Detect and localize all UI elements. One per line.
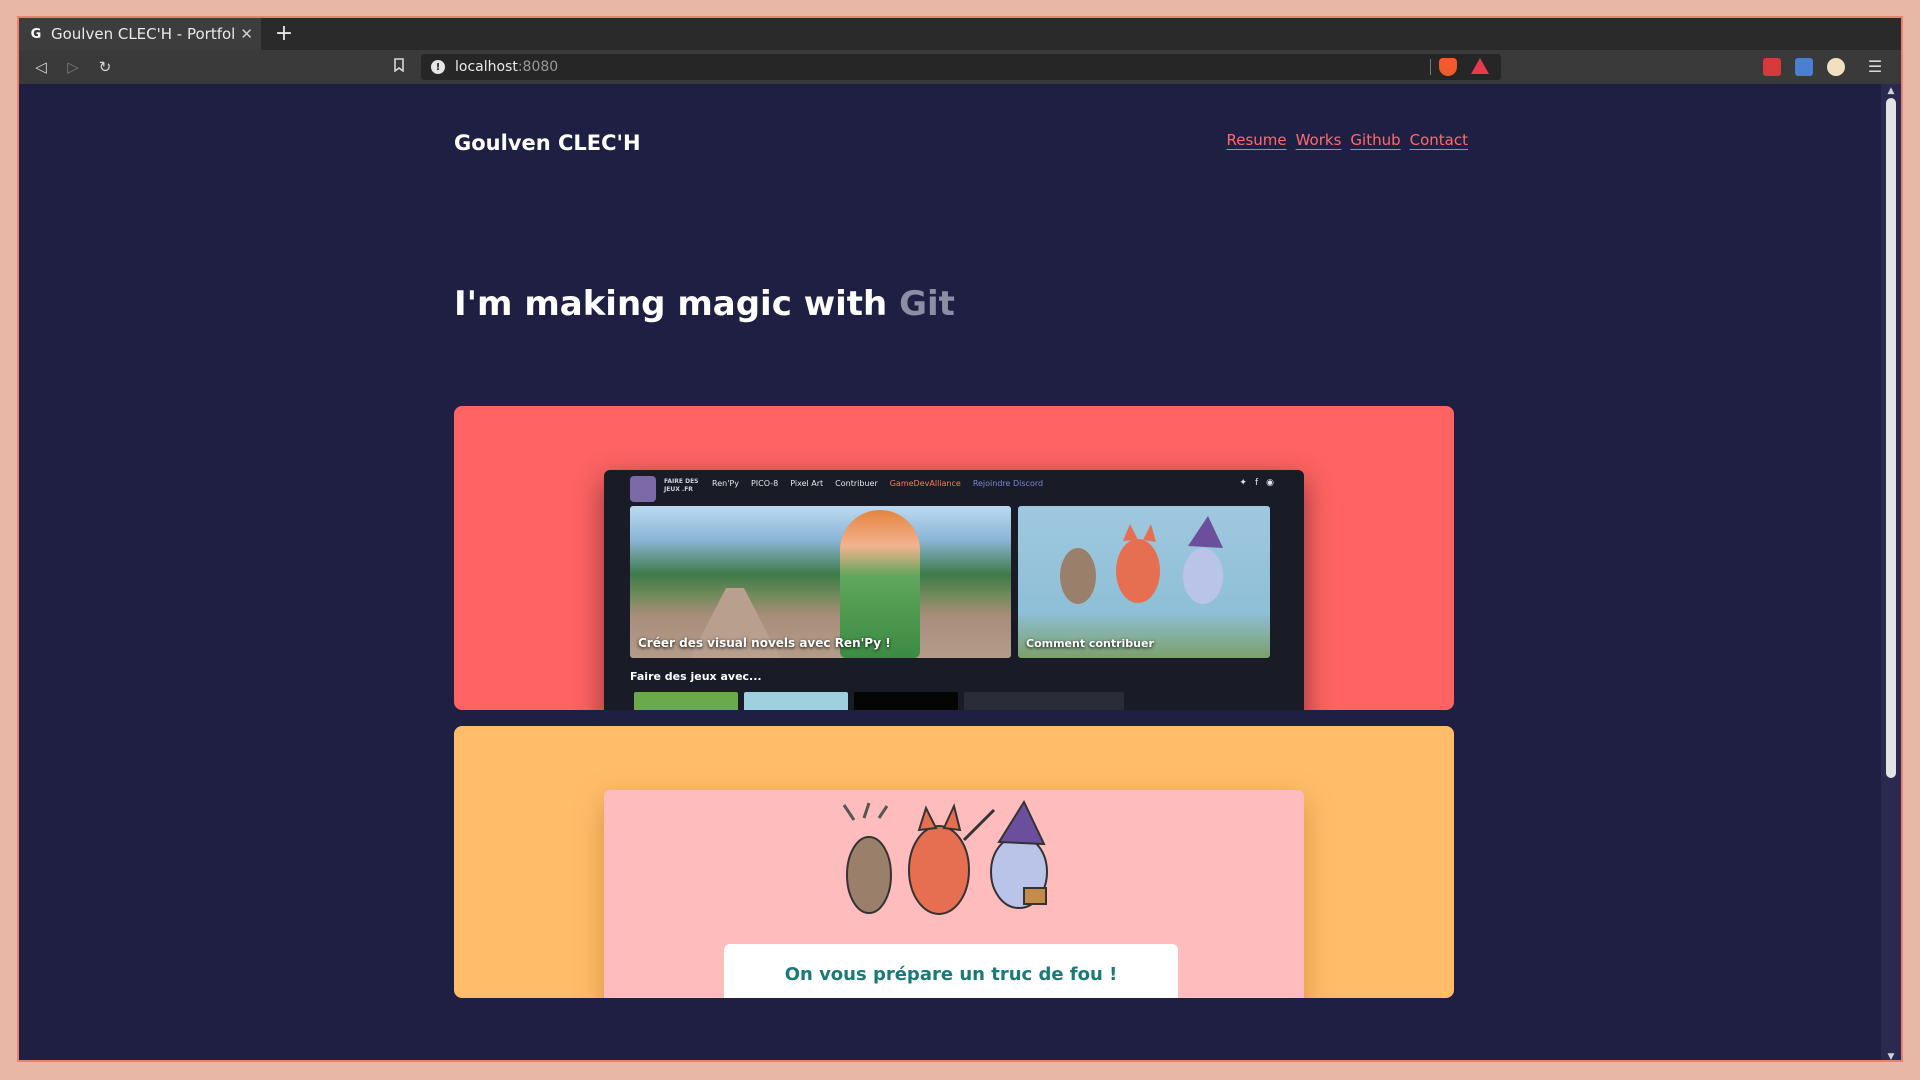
scroll-up-icon[interactable]: ▲ [1881,85,1901,97]
hero-rotating-word: Git [899,284,955,324]
url-port: :8080 [517,59,559,75]
page-content: Goulven CLEC'H Resume Works Github Conta… [19,84,1883,1060]
address-bar[interactable]: ! localhost:8080 [421,54,1501,80]
twitter-icon: ✦ [1239,478,1247,488]
visual-novel-banner: Créer des visual novels avec Ren'Py ! [630,506,1011,658]
back-icon[interactable]: ◁ [29,55,53,79]
close-tab-icon[interactable]: ✕ [240,25,253,43]
scroll-down-icon[interactable]: ▼ [1881,1051,1901,1060]
site-info-icon[interactable]: ! [431,60,445,74]
forward-icon[interactable]: ▷ [61,55,85,79]
mock-menu-item: PICO-8 [750,479,779,488]
page-scrollbar[interactable]: ▲ ▼ [1881,84,1901,1060]
thumbnail [744,692,848,710]
brave-rewards-icon[interactable] [1471,58,1489,74]
favicon-icon: G [30,26,42,42]
contribute-caption: Comment contribuer [1026,637,1154,650]
project-screenshot: On vous prépare un truc de fou ! [604,790,1304,998]
navigation-bar: ◁ ▷ ↻ ! localhost:8080 ☰ [19,50,1901,84]
site-nav: Resume Works Github Contact [1226,131,1468,149]
url-host: localhost [455,59,518,75]
extension-privacy-icon[interactable] [1827,58,1845,76]
mock-menu-item: Pixel Art [790,479,824,488]
characters-illustration [1060,516,1223,604]
mock-social-icons: ✦ f ◉ [1239,478,1274,488]
project-card-coming-soon[interactable]: On vous prépare un truc de fou ! [454,726,1454,998]
hero-heading: I'm making magic with Git [454,284,955,324]
project-card-fairedesjeux[interactable]: FAIRE DES JEUX .FR Ren'Py PICO-8 Pixel A… [454,406,1454,710]
thumbnail [964,692,1124,710]
tab-bar: G Goulven CLEC'H - Portfolio ✕ + [19,18,1901,50]
banner-caption: Créer des visual novels avec Ren'Py ! [638,636,891,650]
extension-translate-icon[interactable] [1795,58,1813,76]
browser-menu-icon[interactable]: ☰ [1863,55,1887,79]
mock-menu-item: GameDevAlliance [889,479,961,488]
facebook-icon: f [1254,478,1259,488]
github-icon: ◉ [1266,478,1274,488]
thumbnail [854,692,958,710]
mock-logo-text: FAIRE DES JEUX .FR [664,478,699,493]
thumbnail [634,692,738,710]
reload-icon[interactable]: ↻ [93,55,117,79]
mock-menu: Ren'Py PICO-8 Pixel Art Contribuer GameD… [712,479,1043,488]
bookmark-icon[interactable] [387,55,411,79]
address-divider [1430,59,1431,75]
scroll-thumb[interactable] [1886,98,1896,778]
contribute-banner: Comment contribuer [1018,506,1270,658]
project-screenshot: FAIRE DES JEUX .FR Ren'Py PICO-8 Pixel A… [604,470,1304,710]
coming-soon-message: On vous prépare un truc de fou ! [724,944,1178,998]
nav-link-resume[interactable]: Resume [1226,131,1286,149]
hero-text: I'm making magic with [454,284,900,324]
nav-link-works[interactable]: Works [1296,131,1342,149]
nav-link-contact[interactable]: Contact [1410,131,1468,149]
browser-window: G Goulven CLEC'H - Portfolio ✕ + ◁ ▷ ↻ !… [17,16,1903,1062]
mock-menu-item: Contribuer [835,479,878,488]
nav-link-github[interactable]: Github [1350,131,1400,149]
brave-shields-icon[interactable] [1439,58,1457,76]
site-brand[interactable]: Goulven CLEC'H [454,131,641,155]
mock-menu-item: Rejoindre Discord [972,479,1044,488]
tab-portfolio[interactable]: G Goulven CLEC'H - Portfolio ✕ [19,18,261,50]
mock-menu-item: Ren'Py [712,479,739,488]
extension-lastpass-icon[interactable] [1763,58,1781,76]
mock-section-title: Faire des jeux avec... [630,670,762,683]
tab-title: Goulven CLEC'H - Portfolio [51,25,235,43]
new-tab-button[interactable]: + [271,21,297,47]
wizard-hat-logo-icon [630,476,656,502]
characters-illustration [842,800,1048,915]
